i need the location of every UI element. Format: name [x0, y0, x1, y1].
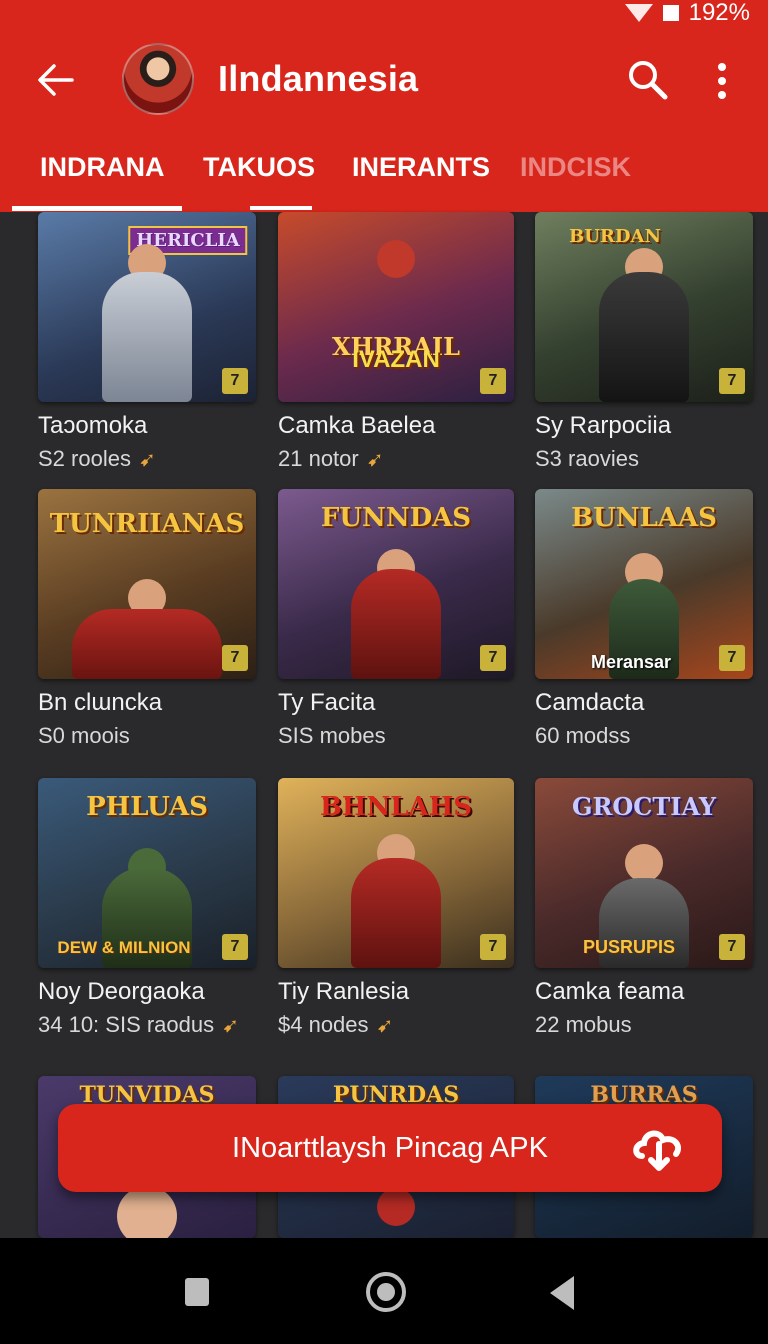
install-apk-label: INoarttlaysh Pincag APK — [232, 1132, 548, 1164]
game-banner: PHLUAS — [86, 792, 208, 822]
badge: 7 — [719, 934, 745, 960]
character-head — [625, 844, 663, 882]
game-mods-count: $4 nodes — [278, 1012, 369, 1037]
game-card[interactable]: XHRRAIL IVAZAN 7 Camka Baelea 21 notor ➹ — [278, 212, 514, 472]
tab-indcisk[interactable]: INDCISK — [520, 152, 631, 183]
game-banner-sub: PUSRUPIS — [582, 937, 676, 957]
game-card[interactable]: GROCTIAY PUSRUPIS 7 Camka feama 22 mobus — [535, 778, 753, 1038]
install-apk-button[interactable]: INoarttlaysh Pincag APK — [58, 1104, 722, 1192]
game-thumbnail[interactable]: FUNNDAS 7 — [278, 489, 514, 679]
game-banner: FUNNDAS — [320, 503, 472, 533]
tab-inerants[interactable]: INERANTS — [352, 152, 490, 183]
game-thumbnail[interactable]: XHRRAIL IVAZAN 7 — [278, 212, 514, 402]
game-banner-sub: DEW & MILNION — [57, 938, 191, 957]
back-arrow-icon[interactable] — [36, 60, 76, 100]
tab-bar: INDRANA TAKUOS INERANTS INDCISK — [0, 142, 768, 212]
home-icon[interactable] — [366, 1272, 406, 1312]
game-title: Noy Deorgaoka — [38, 978, 205, 1005]
badge: 7 — [480, 934, 506, 960]
system-nav-bar — [0, 1238, 768, 1344]
game-card[interactable]: BUNLAAS Meransar 7 Camdacta 60 modss — [535, 489, 753, 749]
page-title: Ilndannesia — [218, 58, 419, 99]
badge: 7 — [222, 368, 248, 394]
battery-level: 192% — [688, 0, 750, 26]
game-banner-sub: IVAZAN — [352, 346, 440, 373]
game-thumbnail[interactable]: BURDAN 7 — [535, 212, 753, 402]
game-mods-count: S2 rooles — [38, 446, 131, 471]
signal-icon — [624, 4, 653, 22]
character-figure — [351, 858, 441, 968]
game-thumbnail[interactable]: GROCTIAY PUSRUPIS 7 — [535, 778, 753, 968]
character-head — [377, 1188, 415, 1226]
status-bar: 192% — [624, 0, 750, 26]
game-mods-count: SIS mobes — [278, 723, 386, 748]
game-mods-count: 22 mobus — [535, 1012, 632, 1037]
spark-icon: ➹ — [222, 1014, 239, 1037]
badge: 7 — [480, 368, 506, 394]
game-mods-count: 21 notor — [278, 446, 359, 471]
game-mods-count: S3 raovies — [535, 446, 639, 471]
game-title: Camdacta — [535, 689, 645, 716]
recent-apps-icon[interactable] — [185, 1278, 209, 1306]
game-thumbnail[interactable]: HERICLIA 7 — [38, 212, 256, 402]
spark-icon: ➹ — [366, 448, 384, 471]
game-card[interactable]: BURDAN 7 Sy Rarpociia S3 raovies — [535, 212, 753, 472]
tab-indrana[interactable]: INDRANA — [40, 152, 165, 183]
battery-icon — [662, 5, 679, 21]
avatar[interactable] — [122, 43, 194, 115]
game-title: Taɔomoka — [38, 412, 148, 439]
search-icon[interactable] — [626, 58, 668, 100]
game-card[interactable]: BHNLAHS 7 Tiy Ranlesia $4 nodes ➹ — [278, 778, 514, 1038]
character-figure — [72, 609, 222, 679]
game-title: Camka Baelea — [278, 412, 436, 439]
game-thumbnail[interactable]: BHNLAHS 7 — [278, 778, 514, 968]
character-figure — [351, 569, 441, 679]
game-banner: GROCTIAY — [571, 792, 717, 821]
spark-icon: ➹ — [376, 1014, 394, 1037]
badge: 7 — [719, 645, 745, 671]
game-mods-count: 60 modss — [535, 723, 631, 748]
top-bar: Ilndannesia — [0, 40, 768, 120]
download-icon — [633, 1130, 682, 1171]
badge: 7 — [222, 934, 248, 960]
character-figure — [102, 272, 192, 402]
badge: 7 — [480, 645, 506, 671]
game-title: Ty Facita — [278, 689, 376, 716]
game-thumbnail[interactable]: TUNRIIANAS 7 — [38, 489, 256, 679]
game-title: Camka feama — [535, 978, 685, 1005]
game-banner: BHNLAHS — [319, 792, 473, 822]
game-mods-count: 34 10: SIS raodus — [38, 1012, 215, 1037]
game-thumbnail[interactable]: PHLUAS DEW & MILNION 7 — [38, 778, 256, 968]
game-banner: BURDAN — [569, 226, 661, 247]
game-title: Tiy Ranlesia — [278, 978, 410, 1005]
more-vert-icon[interactable] — [712, 62, 732, 100]
back-icon[interactable] — [550, 1276, 574, 1310]
badge: 7 — [719, 368, 745, 394]
spark-icon: ➹ — [138, 448, 156, 471]
game-card[interactable]: FUNNDAS 7 Ty Facita SIS mobes — [278, 489, 514, 749]
game-mods-count: S0 moois — [38, 723, 130, 748]
game-banner: TUNRIIANAS — [49, 509, 245, 539]
game-thumbnail[interactable]: BUNLAAS Meransar 7 — [535, 489, 753, 679]
app-bar: 192% Ilndannesia INDRANA TAKUOS INERANTS… — [0, 0, 768, 212]
character-head — [377, 240, 415, 278]
game-banner: BUNLAAS — [571, 503, 717, 533]
game-banner-sub: Meransar — [590, 652, 672, 672]
tab-takuos[interactable]: TAKUOS — [203, 152, 315, 183]
game-card[interactable]: TUNRIIANAS 7 Bn clɯncka S0 moois — [38, 489, 256, 749]
game-title: Bn clɯncka — [38, 689, 163, 716]
character-head — [117, 1186, 177, 1238]
badge: 7 — [222, 645, 248, 671]
game-card[interactable]: HERICLIA 7 Taɔomoka S2 rooles ➹ — [38, 212, 256, 472]
character-figure — [599, 272, 689, 402]
game-card[interactable]: PHLUAS DEW & MILNION 7 Noy Deorgaoka 34 … — [38, 778, 256, 1038]
tab-indicator-secondary — [250, 206, 312, 210]
tab-indicator — [12, 206, 182, 211]
game-title: Sy Rarpociia — [535, 412, 672, 439]
